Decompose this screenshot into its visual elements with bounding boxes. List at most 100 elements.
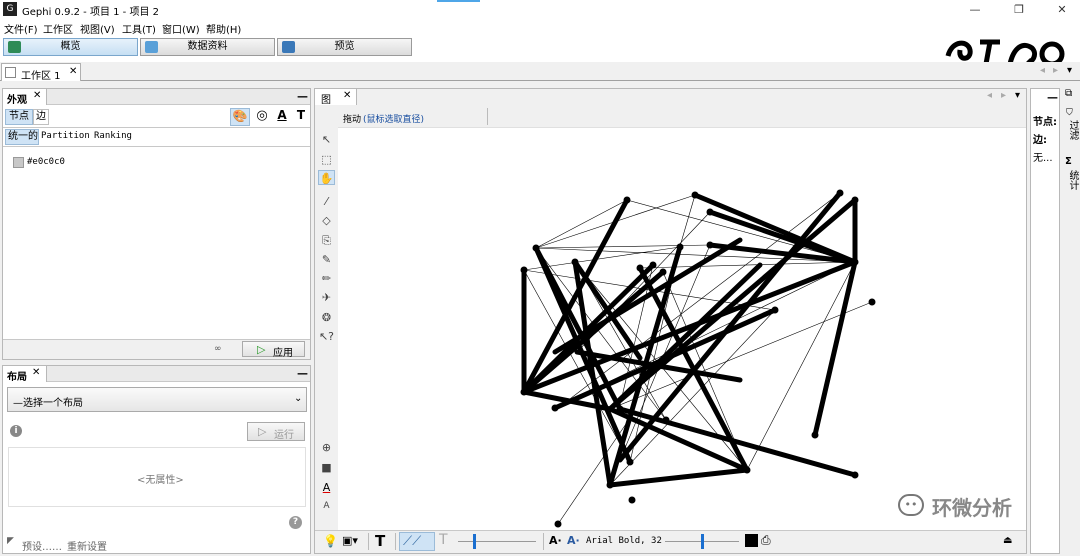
pointer-icon[interactable]: ↖ [318, 132, 335, 147]
size-icon[interactable]: ◎ [253, 108, 271, 126]
font-larger-icon[interactable]: A· [567, 534, 580, 547]
font-color-icon[interactable]: A [318, 480, 335, 495]
minimize-icon[interactable]: — [297, 367, 308, 380]
query-icon[interactable]: ↖? [318, 329, 335, 344]
close-icon[interactable]: ✕ [69, 66, 77, 77]
font-size-icon[interactable]: A [318, 499, 335, 514]
graph-tab[interactable]: 图 ✕ [315, 89, 357, 106]
filter-tab[interactable]: 过滤 [1065, 120, 1080, 140]
data-label: 数据资料 [187, 41, 228, 52]
workspace-icon [5, 67, 16, 78]
close-button[interactable]: ✕ [1047, 1, 1077, 18]
diamond-icon[interactable]: ◇ [318, 213, 335, 228]
subtab-nodes-label: 节点 [9, 111, 29, 122]
screenshot-icon[interactable]: ▣▾ [342, 534, 358, 547]
reset-link[interactable]: 重新设置 [67, 538, 107, 553]
label-scale-thumb[interactable] [701, 534, 704, 549]
expand-icon[interactable]: ⏏ [1003, 535, 1012, 546]
play-icon: ▷ [258, 425, 267, 438]
watermark: •• 环微分析 [898, 488, 1028, 524]
no-properties-label: <无属性> [137, 475, 184, 486]
pencil-icon[interactable]: ✎ [318, 252, 335, 267]
help-icon[interactable]: ? [289, 516, 302, 529]
label-color-icon[interactable]: A [273, 108, 291, 126]
close-icon[interactable]: ✕ [33, 90, 41, 101]
tool-column: ↖ ⬚ ✋ ⁄ ◇ ⎘ ✎ ✏ ✈ ❂ ↖? ⊕ ■ A A [315, 106, 338, 530]
wechat-icon: •• [898, 494, 924, 516]
separator [395, 533, 396, 550]
maximize-button[interactable]: ❐ [1004, 1, 1034, 18]
edge-display-toggle[interactable]: ⟋⟋ [399, 532, 435, 551]
divider [3, 127, 310, 128]
data-button[interactable]: 数据资料 [140, 38, 275, 56]
workspace-tab[interactable]: 工作区 1 ✕ [1, 63, 81, 82]
link-icon[interactable]: ∞ [214, 344, 222, 354]
menu-file[interactable]: 文件(F) [4, 21, 38, 36]
appearance-tab[interactable]: 外观 ✕ [3, 89, 47, 106]
preview-button[interactable]: 预览 [277, 38, 412, 56]
info-icon[interactable]: i [10, 425, 22, 437]
run-button[interactable]: ▷ 运行 [247, 422, 305, 441]
tab-unique[interactable]: 统一的 [5, 129, 39, 145]
apply-button[interactable]: ▷ 应用 [242, 341, 305, 359]
edge-scale-track[interactable] [458, 541, 536, 542]
chevron-left-icon[interactable]: ◂ [1040, 65, 1045, 76]
minimize-icon[interactable]: — [297, 90, 308, 103]
close-icon[interactable]: ✕ [343, 90, 351, 101]
airplane-icon[interactable]: ✈ [318, 290, 335, 305]
chevron-left-icon[interactable]: ◂ [987, 90, 992, 101]
menu-help[interactable]: 帮助(H) [206, 21, 241, 36]
overview-button[interactable]: 概览 [3, 38, 138, 56]
restore-icon[interactable]: ⧉ [1065, 88, 1072, 99]
graph-toolbar: G 拖动 (鼠标选取直径) [315, 106, 1026, 128]
lightbulb-icon[interactable]: 💡 [323, 534, 338, 548]
chevron-right-icon[interactable]: ▸ [1053, 65, 1058, 76]
paste-icon[interactable]: ⎘ [318, 233, 335, 248]
minimize-button[interactable]: — [960, 1, 990, 18]
statistics-tab[interactable]: 统计 [1065, 170, 1080, 190]
chevron-right-icon[interactable]: ▸ [1001, 90, 1006, 101]
drag-label: 拖动 [343, 115, 362, 125]
menu-tools[interactable]: 工具(T) [122, 21, 156, 36]
menu-workspace[interactable]: 工作区 [43, 21, 73, 36]
separator [543, 533, 544, 550]
font-label[interactable]: Arial Bold, 32 [586, 536, 662, 546]
settings-icon[interactable]: ⎙ [761, 533, 771, 548]
menu-bar: 文件(F) 工作区 视图(V) 工具(T) 窗口(W) 帮助(H) [0, 19, 1080, 36]
subtab-nodes[interactable]: 节点 [5, 109, 33, 125]
brush-icon[interactable]: ⁄ [318, 194, 335, 209]
background-color-icon[interactable]: ■ [318, 460, 335, 475]
font-smaller-icon[interactable]: A· [549, 534, 562, 547]
menu-view[interactable]: 视图(V) [80, 21, 115, 36]
layout-select[interactable]: —选择一个布局 ⌄ [7, 387, 307, 412]
chevron-down-icon[interactable]: ▾ [1015, 90, 1020, 101]
color-swatch[interactable] [13, 157, 24, 168]
label-size-icon[interactable]: T [292, 108, 310, 126]
edge-label-icon[interactable]: T [439, 532, 448, 548]
subtab-edges[interactable]: 边 [33, 109, 49, 125]
layout-title: 布局 [7, 372, 27, 383]
minimize-icon[interactable]: — [1047, 91, 1058, 104]
text-toggle-icon[interactable]: T [375, 532, 385, 550]
more-label: 无... [1033, 153, 1053, 164]
rectangle-select-icon[interactable]: ⬚ [318, 152, 335, 167]
separator [487, 108, 488, 125]
tab-partition[interactable]: Partition [41, 131, 90, 141]
palette-icon[interactable]: 🎨 [230, 108, 250, 126]
label-color-swatch[interactable] [745, 534, 758, 547]
menu-window[interactable]: 窗口(W) [162, 21, 200, 36]
graph-bottom-toolbar: 💡 ▣▾ T ⟋⟋ T A· A· Arial Bold, 32 ⎙ ⏏ [315, 530, 1026, 552]
preset-link[interactable]: 预设…… [22, 538, 62, 553]
edge-pencil-icon[interactable]: ✏ [318, 271, 335, 286]
lifebuoy-icon[interactable]: ❂ [318, 310, 335, 325]
graph-canvas[interactable]: •• 环微分析 [338, 128, 1026, 530]
layout-tab[interactable]: 布局 ✕ [3, 366, 47, 383]
zoom-icon[interactable]: ⊕ [318, 440, 335, 455]
tab-ranking[interactable]: Ranking [94, 131, 132, 141]
drag-icon[interactable]: ✋ [318, 170, 335, 185]
divider [3, 146, 310, 147]
layout-header [3, 366, 310, 382]
chevron-down-icon[interactable]: ▾ [1067, 65, 1072, 76]
close-icon[interactable]: ✕ [32, 367, 40, 378]
edge-scale-thumb[interactable] [473, 534, 476, 549]
